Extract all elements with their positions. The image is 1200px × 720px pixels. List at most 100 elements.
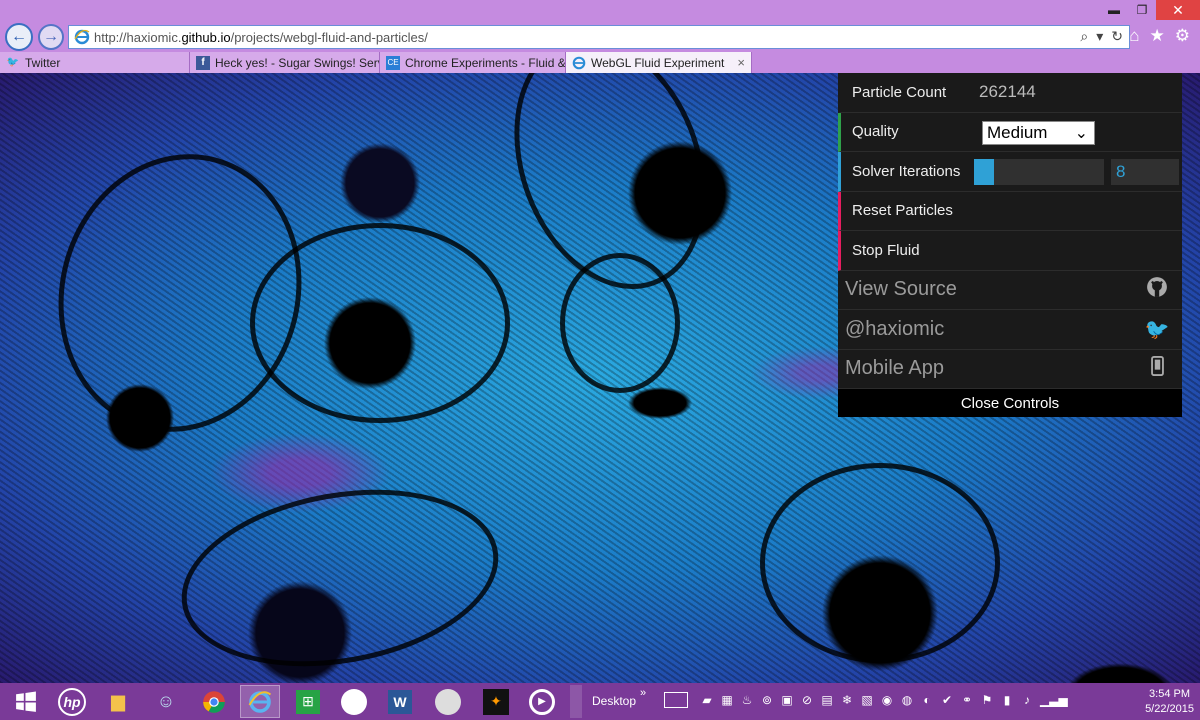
- minimize-button[interactable]: ▬: [1100, 0, 1128, 20]
- tab-label: Chrome Experiments - Fluid & ...: [405, 55, 566, 70]
- mobile-app-link[interactable]: Mobile App: [838, 350, 1182, 389]
- tab-facebook[interactable]: f Heck yes! - Sugar Swings! Serv...: [190, 52, 380, 73]
- app-dark-icon[interactable]: ✦: [476, 685, 516, 718]
- signal-icon[interactable]: ▁▃▅: [1040, 693, 1068, 707]
- tab-strip: 🐦 Twitter f Heck yes! - Sugar Swings! Se…: [0, 52, 1200, 73]
- action-center-flag-icon[interactable]: ⚑: [980, 693, 994, 707]
- snowflake-icon[interactable]: ❄: [840, 693, 854, 707]
- title-bar: ▬ ❐ ✕: [0, 0, 1200, 20]
- ie-page-icon: [74, 29, 90, 45]
- media-player-icon[interactable]: ▶: [522, 685, 562, 718]
- reset-particles-button[interactable]: Reset Particles: [838, 191, 1182, 231]
- particle-count-row: Particle Count 262144: [838, 73, 1182, 113]
- window-buttons: ▬ ❐ ✕: [1100, 0, 1200, 20]
- back-button[interactable]: ←: [5, 23, 33, 51]
- quality-label: Quality: [852, 123, 899, 141]
- refresh-icon[interactable]: ↻: [1111, 28, 1123, 45]
- forward-arrow-icon: →: [43, 28, 59, 45]
- app-circle-icon[interactable]: [334, 685, 374, 718]
- tray-app-icon[interactable]: ▣: [780, 693, 794, 707]
- tab-close-icon[interactable]: ×: [731, 55, 745, 70]
- tab-webgl-fluid[interactable]: WebGL Fluid Experiment ×: [566, 52, 752, 73]
- file-explorer-icon[interactable]: ▆: [98, 685, 138, 718]
- volume-icon[interactable]: ♪: [1020, 693, 1034, 707]
- chat-icon[interactable]: ◍: [900, 693, 914, 707]
- windows-start-icon[interactable]: [6, 685, 46, 718]
- tab-label: WebGL Fluid Experiment: [591, 55, 725, 70]
- tray-app-icon[interactable]: ▰: [700, 693, 714, 707]
- view-source-label: View Source: [845, 278, 957, 301]
- stop-fluid-button[interactable]: Stop Fluid: [838, 231, 1182, 271]
- reset-particles-label: Reset Particles: [852, 202, 953, 220]
- tray-app-icon[interactable]: ✔: [940, 693, 954, 707]
- slider-fill: [974, 159, 994, 185]
- hp-icon[interactable]: hp: [52, 685, 92, 718]
- tray-app-icon[interactable]: ▦: [720, 693, 734, 707]
- toolbar-chevron[interactable]: »: [640, 687, 646, 699]
- view-source-link[interactable]: View Source: [838, 271, 1182, 310]
- solver-iterations-row: Solver Iterations 8: [838, 152, 1182, 192]
- ie-icon: [572, 56, 586, 70]
- fluid-swirl: [760, 463, 1000, 663]
- solver-iterations-label: Solver Iterations: [852, 162, 961, 180]
- tray-app-icon[interactable]: ◉: [880, 693, 894, 707]
- new-tab-button[interactable]: [752, 52, 780, 73]
- settings-gear-icon[interactable]: ⚙: [1175, 26, 1190, 46]
- messenger-icon[interactable]: ☺: [146, 685, 186, 718]
- ce-icon: CE: [386, 55, 400, 70]
- url-prefix: http://haxiomic.: [94, 29, 182, 45]
- tray-app-icon[interactable]: ⚭: [960, 693, 974, 707]
- tab-chrome-experiments[interactable]: CE Chrome Experiments - Fluid & ...: [380, 52, 566, 73]
- back-arrow-icon: ←: [11, 28, 27, 45]
- app-circle-icon-2[interactable]: [428, 685, 468, 718]
- favorites-star-icon[interactable]: ★: [1150, 26, 1165, 46]
- url-host: github.io: [181, 29, 231, 45]
- forward-button[interactable]: →: [38, 24, 64, 50]
- clock-time: 3:54 PM: [1149, 688, 1191, 700]
- system-tray: ▰ ▦ ♨ ⊚ ▣ ⊘ ▤ ❄ ▧ ◉ ◍ ◐ ✔ ⚭ ⚑ ▮ ♪ ▁▃▅: [700, 693, 1068, 707]
- internet-explorer-taskbar-icon[interactable]: [240, 685, 280, 718]
- home-icon[interactable]: ⌂: [1129, 26, 1139, 46]
- clock-date: 5/22/2015: [1145, 703, 1194, 715]
- controls-panel: Particle Count 262144 Quality Medium ⌄ S…: [838, 73, 1182, 417]
- close-controls-button[interactable]: Close Controls: [838, 389, 1182, 417]
- desktop-toolbar-label[interactable]: Desktop: [592, 694, 636, 708]
- store-icon[interactable]: ⊞: [288, 685, 328, 718]
- tray-app-icon[interactable]: ▧: [860, 693, 874, 707]
- tab-twitter[interactable]: 🐦 Twitter: [0, 52, 190, 73]
- url-path: /projects/webgl-fluid-and-particles/: [230, 29, 428, 45]
- solver-iterations-input[interactable]: 8: [1111, 159, 1179, 185]
- facebook-icon: f: [196, 55, 210, 70]
- twitter-bird-icon: 🐦: [1144, 318, 1170, 341]
- chrome-icon[interactable]: [194, 685, 234, 718]
- clock[interactable]: 3:54 PM 5/22/2015: [1145, 687, 1194, 717]
- fluid-swirl: [167, 466, 513, 683]
- search-icon[interactable]: ⌕: [1080, 28, 1088, 45]
- word-icon[interactable]: W: [380, 685, 420, 718]
- tray-app-icon[interactable]: ▤: [820, 693, 834, 707]
- quality-selected-value: Medium: [987, 122, 1048, 142]
- flame-icon[interactable]: ♨: [740, 693, 754, 707]
- tab-label: Twitter: [25, 55, 61, 70]
- taskbar: hp ▆ ☺ ⊞ W ✦ ▶ Desktop » ▰ ▦ ♨ ⊚ ▣ ⊘ ▤ ❄…: [0, 683, 1200, 720]
- twitter-handle-label: @haxiomic: [845, 317, 945, 340]
- fluid-swirl: [27, 126, 333, 460]
- quality-select[interactable]: Medium ⌄: [982, 120, 1095, 145]
- restore-button[interactable]: ❐: [1128, 0, 1156, 20]
- twitter-icon: 🐦: [6, 57, 20, 68]
- twitter-link[interactable]: @haxiomic 🐦: [838, 310, 1182, 350]
- fluid-swirl: [560, 253, 680, 393]
- tray-app-icon[interactable]: ◐: [920, 693, 934, 707]
- address-bar[interactable]: http://haxiomic. github.io/projects/webgl…: [68, 25, 1130, 49]
- battery-icon[interactable]: ▮: [1000, 693, 1014, 707]
- solver-iterations-slider[interactable]: [974, 159, 1104, 185]
- close-window-button[interactable]: ✕: [1156, 0, 1200, 20]
- dropdown-icon[interactable]: ▾: [1096, 28, 1103, 45]
- stop-fluid-label: Stop Fluid: [852, 241, 920, 259]
- steam-icon[interactable]: ⊚: [760, 693, 774, 707]
- touch-keyboard-icon[interactable]: [664, 692, 688, 708]
- mobile-phone-icon: [1144, 355, 1170, 382]
- taskbar-divider: [570, 685, 582, 718]
- tab-label: Heck yes! - Sugar Swings! Serv...: [215, 55, 380, 70]
- blocked-icon[interactable]: ⊘: [800, 693, 814, 707]
